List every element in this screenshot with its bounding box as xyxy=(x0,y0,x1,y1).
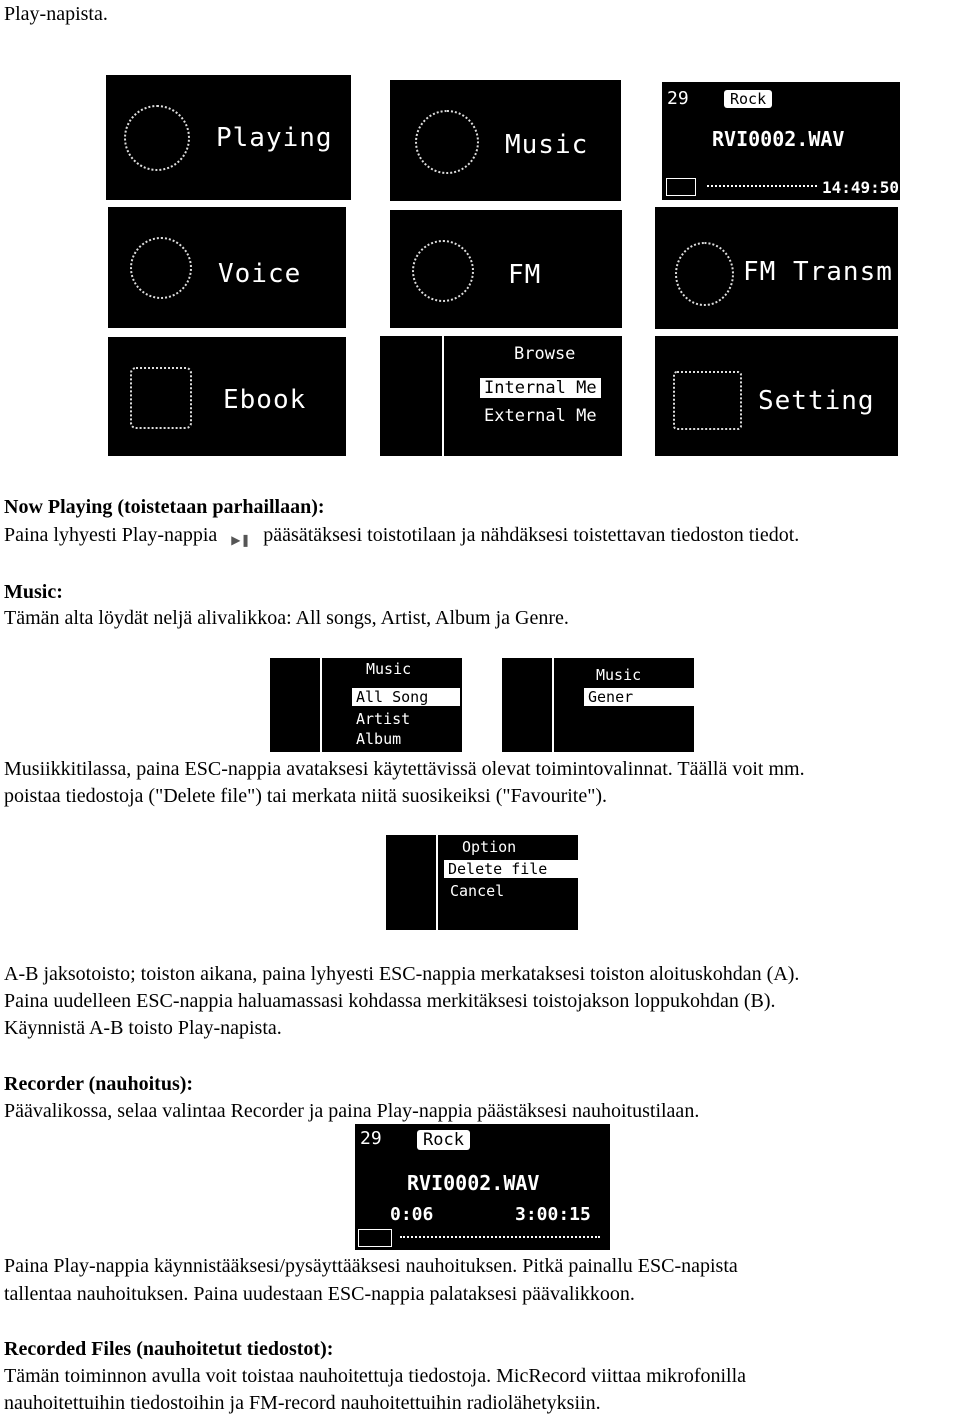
screen-player: 29 Rock RVI0002.WAV 14:49:50 xyxy=(662,82,900,200)
screen-playing: Playing xyxy=(106,75,351,200)
paragraph: Päävalikossa, selaa valintaa Recorder ja… xyxy=(4,1100,700,1122)
menu-title: Music xyxy=(596,666,642,684)
menu-title: Option xyxy=(462,838,517,856)
menu-item[interactable]: External Me xyxy=(480,406,601,426)
screen-music: Music xyxy=(390,80,621,201)
screen-music-menu-1: Music All Song Artist Album xyxy=(270,658,462,752)
folder-icon xyxy=(502,658,554,752)
paragraph: Tämän toiminnon avulla voit toistaa nauh… xyxy=(4,1365,747,1387)
screen-option-menu: Option Delete file Cancel xyxy=(386,835,578,930)
screen-label: Voice xyxy=(218,259,302,289)
heading-recorded-files: Recorded Files (nauhoitetut tiedostot): xyxy=(4,1338,334,1360)
ebook-icon xyxy=(130,367,192,429)
text: pääsätäksesi toistotilaan ja nähdäksesi … xyxy=(263,524,800,546)
progress-bar xyxy=(400,1236,600,1238)
headphones-play-icon xyxy=(124,105,190,171)
music-icon xyxy=(415,110,479,174)
menu-item[interactable]: All Song xyxy=(352,688,460,706)
screen-setting: Setting xyxy=(655,336,898,456)
screen-voice: Voice xyxy=(108,207,346,328)
play-pause-icon: ▶❚ xyxy=(231,533,251,548)
speaker-icon xyxy=(130,237,192,299)
heading-music: Music: xyxy=(4,581,63,603)
eq-badge: Rock xyxy=(724,90,773,108)
progress-bar xyxy=(707,185,817,187)
screen-recorder: 29 Rock RVI0002.WAV 0:06 3:00:15 xyxy=(355,1124,610,1250)
screen-label: Music xyxy=(505,130,589,160)
folder-icon xyxy=(270,658,322,752)
screen-fm: FM xyxy=(390,210,622,328)
eq-badge: Rock xyxy=(417,1130,470,1150)
paragraph: nauhoitettuihin tiedostoihin ja FM-recor… xyxy=(4,1392,601,1414)
screen-label: Ebook xyxy=(223,385,307,415)
elapsed-time: 0:06 xyxy=(390,1204,434,1225)
menu-item[interactable]: Artist xyxy=(352,710,414,728)
delete-file-icon xyxy=(386,835,438,930)
volume-readout: 29 xyxy=(360,1128,382,1149)
remaining-time: 3:00:15 xyxy=(515,1204,591,1225)
paragraph: Musiikkitilassa, paina ESC-nappia avatak… xyxy=(4,758,805,780)
paragraph: Paina Play-nappia käynnistääksesi/pysäyt… xyxy=(4,1255,738,1277)
screen-label: Playing xyxy=(216,123,333,153)
filename: RVI0002.WAV xyxy=(712,127,845,151)
menu-title: Browse xyxy=(514,344,576,364)
menu-item[interactable]: Internal Me xyxy=(480,378,601,398)
screen-music-menu-2: Music Gener xyxy=(502,658,694,752)
text: Paina lyhyesti Play-nappia xyxy=(4,524,218,546)
filename: RVI0002.WAV xyxy=(407,1171,540,1195)
record-icon xyxy=(666,178,696,196)
antenna-icon xyxy=(675,242,734,306)
menu-item[interactable]: Gener xyxy=(584,688,694,706)
paragraph: Tämän alta löydät neljä alivalikkoa: All… xyxy=(4,607,569,629)
radio-icon xyxy=(412,240,474,302)
record-icon xyxy=(358,1229,392,1247)
paragraph: tallentaa nauhoituksen. Paina uudestaan … xyxy=(4,1283,635,1305)
paragraph: Paina lyhyesti Play-nappia ▶❚ pääsätäksesi… xyxy=(4,523,799,547)
menu-item[interactable]: Delete file xyxy=(444,860,578,878)
volume-readout: 29 xyxy=(667,88,689,109)
heading-recorder: Recorder (nauhoitus): xyxy=(4,1073,194,1095)
paragraph: A-B jaksotoisto; toiston aikana, paina l… xyxy=(4,963,800,985)
screen-ebook: Ebook xyxy=(108,337,346,456)
time-readout: 14:49:50 xyxy=(822,178,900,197)
menu-item[interactable]: Album xyxy=(352,730,405,748)
screen-fm-transm: FM Transm xyxy=(655,207,898,329)
screen-browse: Browse Internal Me External Me xyxy=(380,336,622,456)
screen-label: FM Transm xyxy=(743,257,893,287)
intro-text: Play-napista. xyxy=(4,3,108,25)
paragraph: poistaa tiedostoja ("Delete file") tai m… xyxy=(4,785,608,807)
menu-item[interactable]: Cancel xyxy=(446,882,508,900)
screen-label: FM xyxy=(508,260,542,290)
menu-title: Music xyxy=(366,660,412,678)
screen-label: Setting xyxy=(758,386,875,416)
paragraph: Paina uudelleen ESC-nappia haluamassasi … xyxy=(4,990,776,1012)
tools-icon xyxy=(673,371,742,430)
paragraph: Käynnistä A-B toisto Play-napista. xyxy=(4,1017,282,1039)
folder-icon xyxy=(380,336,444,456)
heading-now-playing: Now Playing (toistetaan parhaillaan): xyxy=(4,496,325,518)
